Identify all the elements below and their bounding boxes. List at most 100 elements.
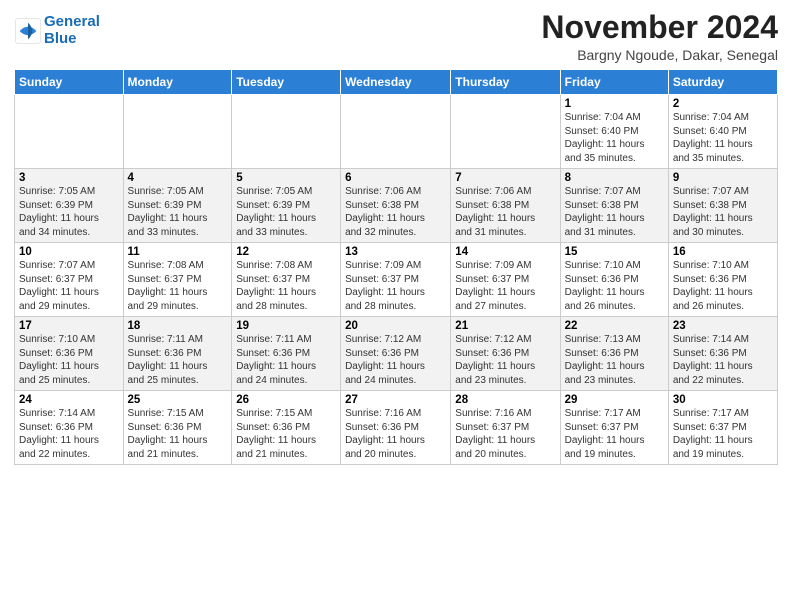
day-number: 26 [236,394,336,406]
table-row [232,95,341,169]
subtitle: Bargny Ngoude, Dakar, Senegal [541,47,778,63]
day-info: Sunrise: 7:09 AM Sunset: 6:37 PM Dayligh… [455,259,555,313]
table-row: 30Sunrise: 7:17 AM Sunset: 6:37 PM Dayli… [668,391,777,465]
table-row: 2Sunrise: 7:04 AM Sunset: 6:40 PM Daylig… [668,95,777,169]
day-info: Sunrise: 7:05 AM Sunset: 6:39 PM Dayligh… [19,185,119,239]
table-row: 28Sunrise: 7:16 AM Sunset: 6:37 PM Dayli… [451,391,560,465]
day-number: 29 [565,394,664,406]
day-number: 4 [128,172,228,184]
day-info: Sunrise: 7:10 AM Sunset: 6:36 PM Dayligh… [565,259,664,313]
day-info: Sunrise: 7:06 AM Sunset: 6:38 PM Dayligh… [455,185,555,239]
logo-line1: General [44,13,100,30]
calendar-week-row: 1Sunrise: 7:04 AM Sunset: 6:40 PM Daylig… [15,95,778,169]
day-info: Sunrise: 7:07 AM Sunset: 6:38 PM Dayligh… [673,185,773,239]
day-info: Sunrise: 7:15 AM Sunset: 6:36 PM Dayligh… [128,407,228,461]
table-row: 21Sunrise: 7:12 AM Sunset: 6:36 PM Dayli… [451,317,560,391]
table-row [123,95,232,169]
day-number: 9 [673,172,773,184]
calendar-week-row: 10Sunrise: 7:07 AM Sunset: 6:37 PM Dayli… [15,243,778,317]
table-row: 6Sunrise: 7:06 AM Sunset: 6:38 PM Daylig… [341,169,451,243]
title-block: November 2024 Bargny Ngoude, Dakar, Sene… [541,10,778,63]
day-number: 22 [565,320,664,332]
day-info: Sunrise: 7:13 AM Sunset: 6:36 PM Dayligh… [565,333,664,387]
col-tuesday: Tuesday [232,70,341,95]
col-wednesday: Wednesday [341,70,451,95]
day-info: Sunrise: 7:10 AM Sunset: 6:36 PM Dayligh… [19,333,119,387]
month-title: November 2024 [541,10,778,45]
day-info: Sunrise: 7:15 AM Sunset: 6:36 PM Dayligh… [236,407,336,461]
table-row: 24Sunrise: 7:14 AM Sunset: 6:36 PM Dayli… [15,391,124,465]
col-friday: Friday [560,70,668,95]
table-row [451,95,560,169]
table-row: 1Sunrise: 7:04 AM Sunset: 6:40 PM Daylig… [560,95,668,169]
day-number: 1 [565,98,664,110]
day-number: 7 [455,172,555,184]
table-row: 3Sunrise: 7:05 AM Sunset: 6:39 PM Daylig… [15,169,124,243]
day-info: Sunrise: 7:16 AM Sunset: 6:37 PM Dayligh… [455,407,555,461]
logo-text: General Blue [44,14,100,47]
table-row: 23Sunrise: 7:14 AM Sunset: 6:36 PM Dayli… [668,317,777,391]
day-number: 17 [19,320,119,332]
header: General Blue November 2024 Bargny Ngoude… [14,10,778,63]
day-info: Sunrise: 7:04 AM Sunset: 6:40 PM Dayligh… [565,111,664,165]
day-info: Sunrise: 7:04 AM Sunset: 6:40 PM Dayligh… [673,111,773,165]
day-number: 19 [236,320,336,332]
table-row: 9Sunrise: 7:07 AM Sunset: 6:38 PM Daylig… [668,169,777,243]
col-sunday: Sunday [15,70,124,95]
day-number: 24 [19,394,119,406]
table-row: 17Sunrise: 7:10 AM Sunset: 6:36 PM Dayli… [15,317,124,391]
day-info: Sunrise: 7:09 AM Sunset: 6:37 PM Dayligh… [345,259,446,313]
day-info: Sunrise: 7:12 AM Sunset: 6:36 PM Dayligh… [455,333,555,387]
calendar-week-row: 3Sunrise: 7:05 AM Sunset: 6:39 PM Daylig… [15,169,778,243]
day-info: Sunrise: 7:14 AM Sunset: 6:36 PM Dayligh… [19,407,119,461]
calendar-header-row: Sunday Monday Tuesday Wednesday Thursday… [15,70,778,95]
day-number: 21 [455,320,555,332]
table-row: 11Sunrise: 7:08 AM Sunset: 6:37 PM Dayli… [123,243,232,317]
day-info: Sunrise: 7:11 AM Sunset: 6:36 PM Dayligh… [128,333,228,387]
day-number: 6 [345,172,446,184]
calendar-week-row: 17Sunrise: 7:10 AM Sunset: 6:36 PM Dayli… [15,317,778,391]
day-number: 3 [19,172,119,184]
day-number: 14 [455,246,555,258]
logo-icon [14,17,42,45]
day-info: Sunrise: 7:05 AM Sunset: 6:39 PM Dayligh… [128,185,228,239]
day-number: 30 [673,394,773,406]
day-info: Sunrise: 7:08 AM Sunset: 6:37 PM Dayligh… [236,259,336,313]
col-monday: Monday [123,70,232,95]
day-info: Sunrise: 7:11 AM Sunset: 6:36 PM Dayligh… [236,333,336,387]
table-row: 10Sunrise: 7:07 AM Sunset: 6:37 PM Dayli… [15,243,124,317]
page: General Blue November 2024 Bargny Ngoude… [0,0,792,612]
day-info: Sunrise: 7:06 AM Sunset: 6:38 PM Dayligh… [345,185,446,239]
day-info: Sunrise: 7:12 AM Sunset: 6:36 PM Dayligh… [345,333,446,387]
table-row: 26Sunrise: 7:15 AM Sunset: 6:36 PM Dayli… [232,391,341,465]
day-number: 8 [565,172,664,184]
logo-line2: Blue [44,30,77,47]
day-number: 2 [673,98,773,110]
table-row: 29Sunrise: 7:17 AM Sunset: 6:37 PM Dayli… [560,391,668,465]
table-row: 4Sunrise: 7:05 AM Sunset: 6:39 PM Daylig… [123,169,232,243]
table-row: 16Sunrise: 7:10 AM Sunset: 6:36 PM Dayli… [668,243,777,317]
day-number: 15 [565,246,664,258]
day-info: Sunrise: 7:05 AM Sunset: 6:39 PM Dayligh… [236,185,336,239]
calendar-table: Sunday Monday Tuesday Wednesday Thursday… [14,69,778,465]
day-number: 16 [673,246,773,258]
day-info: Sunrise: 7:07 AM Sunset: 6:37 PM Dayligh… [19,259,119,313]
table-row: 8Sunrise: 7:07 AM Sunset: 6:38 PM Daylig… [560,169,668,243]
day-info: Sunrise: 7:08 AM Sunset: 6:37 PM Dayligh… [128,259,228,313]
table-row: 18Sunrise: 7:11 AM Sunset: 6:36 PM Dayli… [123,317,232,391]
table-row: 13Sunrise: 7:09 AM Sunset: 6:37 PM Dayli… [341,243,451,317]
col-saturday: Saturday [668,70,777,95]
day-number: 20 [345,320,446,332]
logo: General Blue [14,14,100,47]
table-row: 7Sunrise: 7:06 AM Sunset: 6:38 PM Daylig… [451,169,560,243]
day-number: 23 [673,320,773,332]
table-row: 20Sunrise: 7:12 AM Sunset: 6:36 PM Dayli… [341,317,451,391]
table-row: 27Sunrise: 7:16 AM Sunset: 6:36 PM Dayli… [341,391,451,465]
table-row: 15Sunrise: 7:10 AM Sunset: 6:36 PM Dayli… [560,243,668,317]
day-info: Sunrise: 7:14 AM Sunset: 6:36 PM Dayligh… [673,333,773,387]
day-info: Sunrise: 7:07 AM Sunset: 6:38 PM Dayligh… [565,185,664,239]
day-number: 5 [236,172,336,184]
day-number: 25 [128,394,228,406]
table-row: 19Sunrise: 7:11 AM Sunset: 6:36 PM Dayli… [232,317,341,391]
day-number: 13 [345,246,446,258]
